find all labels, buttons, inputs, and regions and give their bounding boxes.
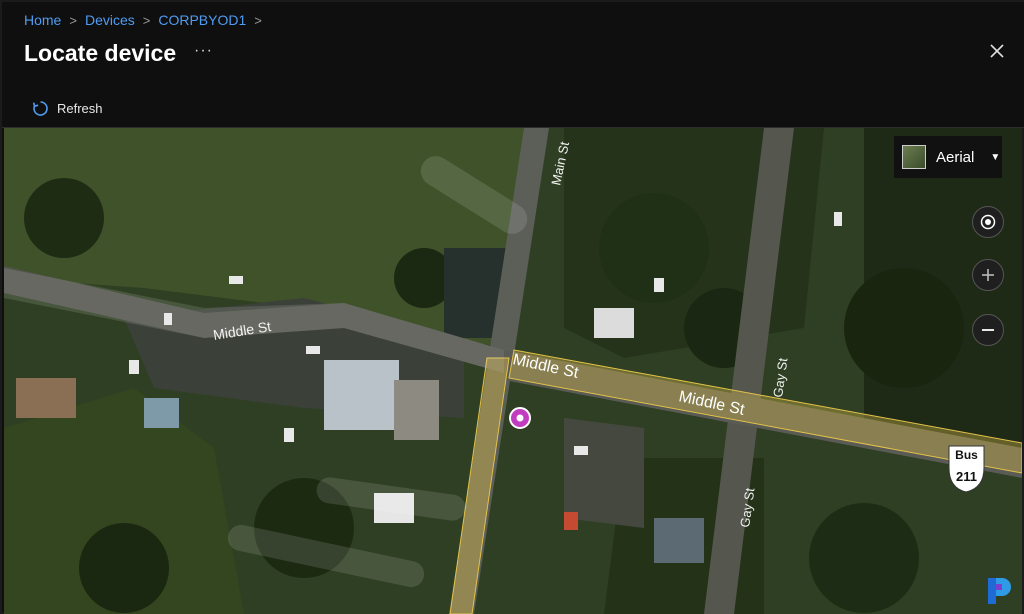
device-location-pin[interactable] xyxy=(509,407,531,429)
breadcrumb-separator: > xyxy=(142,12,151,28)
locate-device-panel: Home > Devices > CORPBYOD1 > Locate devi… xyxy=(0,0,1024,614)
locate-me-button[interactable] xyxy=(972,206,1004,238)
zoom-out-button[interactable] xyxy=(972,314,1004,346)
refresh-label: Refresh xyxy=(57,101,103,116)
map-type-label: Aerial xyxy=(936,148,975,166)
map-type-selector[interactable]: Aerial ▼ xyxy=(894,136,1002,178)
breadcrumb-separator: > xyxy=(254,12,262,28)
refresh-icon xyxy=(32,101,48,116)
route-shield-top: Bus xyxy=(955,448,978,462)
page-title: Locate device xyxy=(24,40,177,66)
aerial-map[interactable]: Main St Middle St Middle St Middle St Ga… xyxy=(4,128,1022,614)
chevron-down-icon: ▼ xyxy=(990,151,1001,163)
aerial-thumbnail-icon xyxy=(902,145,926,169)
panel-header: Home > Devices > CORPBYOD1 > Locate devi… xyxy=(2,2,1024,128)
breadcrumb-home[interactable]: Home xyxy=(24,12,61,28)
breadcrumb-devices[interactable]: Devices xyxy=(85,12,135,28)
more-options-button[interactable]: ··· xyxy=(194,42,213,60)
brand-logo xyxy=(988,578,1011,604)
breadcrumb-device[interactable]: CORPBYOD1 xyxy=(158,12,246,28)
route-shield: Bus 211 xyxy=(948,445,985,493)
zoom-in-button[interactable] xyxy=(972,259,1004,291)
breadcrumb-separator: > xyxy=(69,12,77,28)
aerial-map-canvas[interactable]: Main St Middle St Middle St Middle St Ga… xyxy=(4,128,1022,614)
locate-icon xyxy=(980,214,996,230)
route-shield-number: 211 xyxy=(956,469,977,484)
refresh-button[interactable]: Refresh xyxy=(32,100,103,117)
breadcrumb: Home > Devices > CORPBYOD1 > xyxy=(24,12,262,28)
zoom-in-icon xyxy=(982,269,994,281)
close-icon[interactable] xyxy=(988,42,1006,60)
zoom-out-icon xyxy=(982,329,994,331)
